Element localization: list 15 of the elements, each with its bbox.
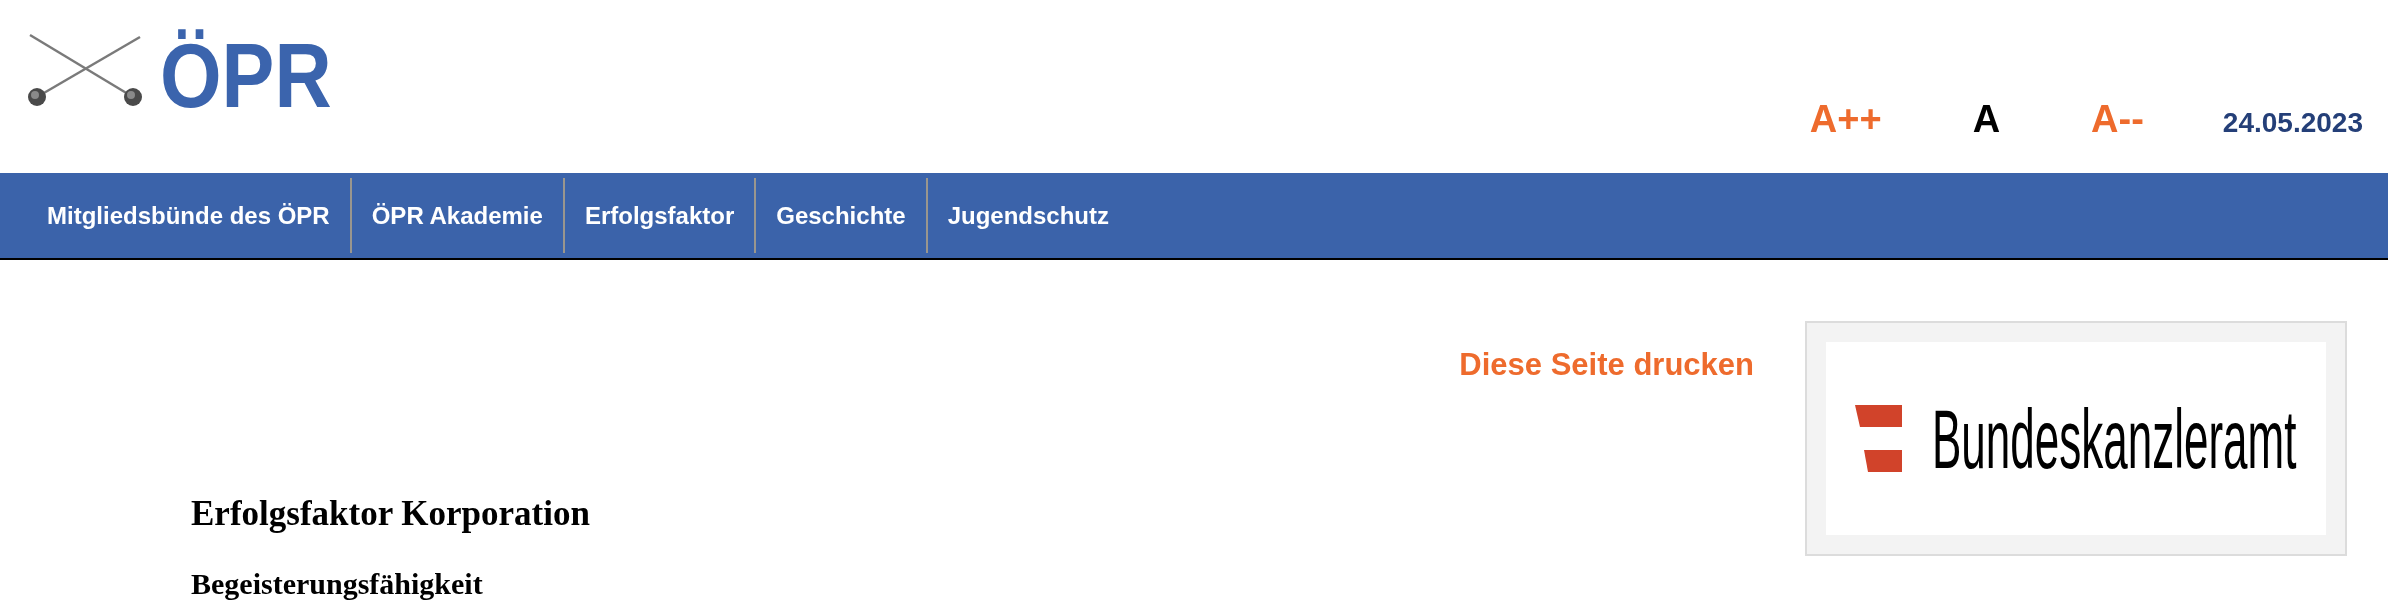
font-size-button[interactable]: A++ [1809,98,1882,142]
page-heading: Erfolgsfaktor Korporation [191,494,590,534]
flag-icon [1855,405,1902,472]
section-heading: Begeisterungsfähigkeit [191,567,483,601]
font-size-button[interactable]: A [1972,98,2001,142]
font-size-button[interactable]: A-- [2091,98,2144,142]
home-logo-link[interactable]: ÖPR [15,31,334,121]
nav-link[interactable]: Geschichte [756,178,928,253]
nav-link[interactable]: Jugendschutz [927,178,1129,253]
nav-link[interactable]: Mitgliedsbünde des ÖPR [27,178,352,253]
print-page-link[interactable]: Diese Seite drucken [1459,347,1754,383]
date-text: 24.05.2023 [2222,107,2363,140]
nav-link[interactable]: ÖPR Akademie [351,178,565,253]
nav-link[interactable]: Erfolgsfaktor [564,178,757,253]
sponsor-logo-link[interactable]: Bundeskanzleramt [1826,342,2326,535]
